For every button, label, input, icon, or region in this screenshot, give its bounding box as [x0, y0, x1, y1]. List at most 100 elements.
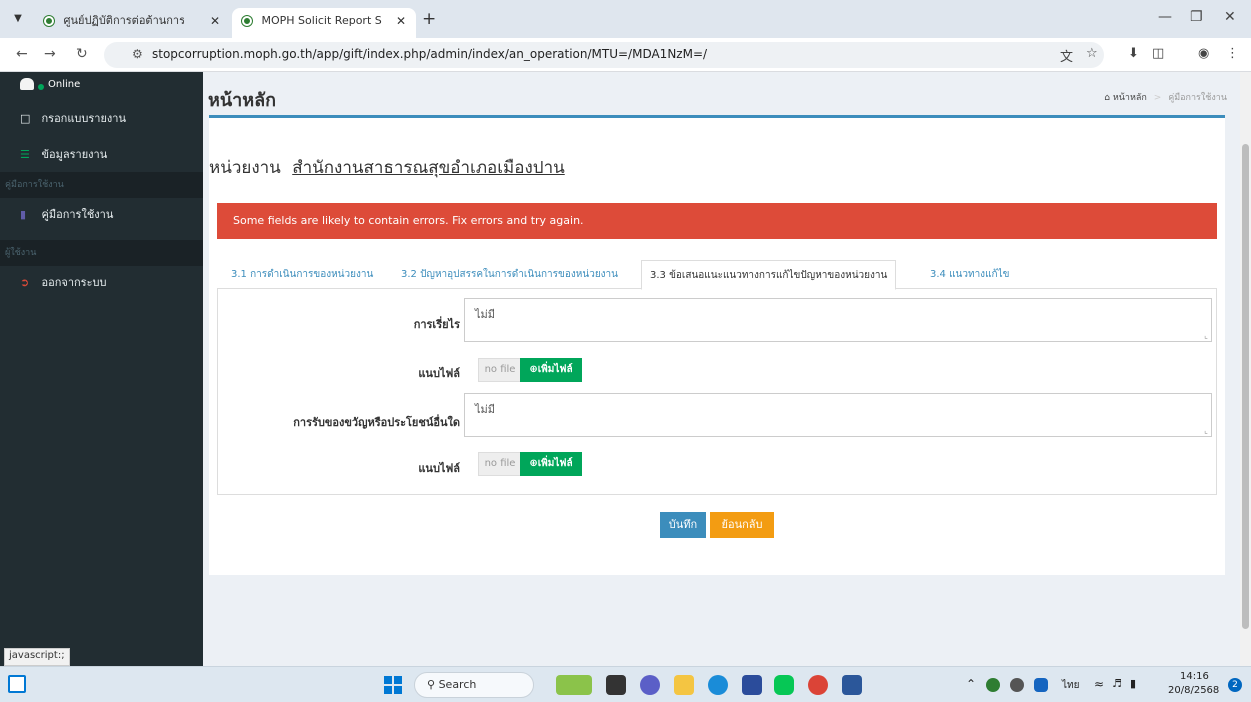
- forward-arrow-icon[interactable]: →: [44, 46, 56, 62]
- gifts-textarea[interactable]: ไม่มี ⌞: [464, 393, 1212, 437]
- teams-chat-icon[interactable]: [640, 675, 660, 695]
- sidebar: Online □ กรอกแบบรายงาน ☰ ข้อมูลรายงาน คู…: [0, 72, 203, 666]
- extensions-icon[interactable]: ◫: [1152, 46, 1164, 61]
- tab-pane-3-3: การเรี่ยไร ไม่มี ⌞ แนบไฟล์ no file ⊕เพิ่…: [217, 289, 1217, 495]
- section-tabs: 3.1 การดำเนินการของหน่วยงาน 3.2 ปัญหาอุป…: [217, 260, 1217, 290]
- tab-3-3[interactable]: 3.3 ข้อเสนอแนะแนวทางการแก้ไขปัญหาของหน่ว…: [641, 260, 897, 290]
- page-scrollbar[interactable]: [1240, 72, 1251, 666]
- resize-grip-icon[interactable]: ⌞: [1204, 426, 1208, 435]
- site-favicon-icon: [44, 16, 54, 26]
- online-status-label: Online: [48, 79, 81, 90]
- logout-icon: ➲: [20, 276, 30, 289]
- list-icon: ☰: [20, 148, 30, 161]
- close-icon[interactable]: ✕: [396, 8, 406, 34]
- sidebar-item-report-form[interactable]: □ กรอกแบบรายงาน: [0, 104, 203, 134]
- attach-label: แนบไฟล์: [418, 367, 460, 380]
- windows-taskbar: ⚲ Search ⌃ ไทย ≈ ♬ ▮ 14:16 20/8/2568 2: [0, 666, 1251, 702]
- resize-grip-icon[interactable]: ⌞: [1204, 331, 1208, 340]
- battery-icon[interactable]: ▮: [1130, 677, 1136, 690]
- close-window-icon[interactable]: ✕: [1224, 9, 1236, 25]
- reload-icon[interactable]: ↻: [76, 46, 88, 62]
- widgets-icon[interactable]: [556, 675, 592, 695]
- report-box: หน่วยงาน สำนักงานสาธารณสุขอำเภอเมืองปาน …: [209, 115, 1225, 575]
- attach-label: แนบไฟล์: [418, 462, 460, 475]
- clock-date[interactable]: 20/8/2568: [1168, 685, 1219, 696]
- fundraising-textarea[interactable]: ไม่มี ⌞: [464, 298, 1212, 342]
- sidebar-item-label: ข้อมูลรายงาน: [41, 148, 108, 161]
- tab-title: ศูนย์ปฏิบัติการต่อต้านการทุจริต กระ: [63, 14, 184, 27]
- status-bar-url: javascript:;: [4, 648, 70, 666]
- tray-sync-icon[interactable]: [1010, 678, 1024, 692]
- textarea-value: ไม่มี: [475, 308, 496, 321]
- sidebar-item-label: คู่มือการใช้งาน: [41, 208, 114, 221]
- taskbar-search[interactable]: ⚲ Search: [414, 672, 534, 698]
- tray-security-icon[interactable]: [1034, 678, 1048, 692]
- home-icon: ⌂: [1104, 93, 1110, 103]
- tab-search-icon[interactable]: ▼: [8, 9, 28, 29]
- tab-3-1[interactable]: 3.1 การดำเนินการของหน่วยงาน: [223, 260, 381, 289]
- profile-icon[interactable]: ◉: [1198, 46, 1209, 61]
- sidebar-item-label: ออกจากระบบ: [41, 276, 107, 289]
- address-bar[interactable]: ⚙ stopcorruption.moph.go.th/app/gift/ind…: [104, 42, 1104, 68]
- download-icon[interactable]: ⬇: [1128, 46, 1139, 61]
- back-arrow-icon[interactable]: ←: [16, 46, 28, 62]
- sidebar-header-user: ผู้ใช้งาน: [0, 240, 203, 266]
- minimize-icon[interactable]: —: [1158, 9, 1172, 25]
- edge-icon[interactable]: [708, 675, 728, 695]
- breadcrumb-home[interactable]: หน้าหลัก: [1113, 93, 1147, 103]
- unit-heading: หน่วยงาน สำนักงานสาธารณสุขอำเภอเมืองปาน: [209, 154, 565, 181]
- tab-3-4[interactable]: 3.4 แนวทางแก้ไข: [922, 260, 1017, 289]
- file-explorer-icon[interactable]: [674, 675, 694, 695]
- close-icon[interactable]: ✕: [210, 8, 220, 34]
- back-button[interactable]: ย้อนกลับ: [710, 512, 774, 538]
- field-label-fundraising: การเรี่ยไร: [413, 318, 460, 331]
- file-icon: □: [20, 112, 31, 125]
- bookmark-star-icon[interactable]: ☆: [1086, 46, 1098, 61]
- menu-kebab-icon[interactable]: ⋮: [1226, 46, 1239, 61]
- taskbar-search-label: Search: [438, 678, 477, 691]
- tab-title: MOPH Solicit Report System : M: [261, 14, 382, 27]
- file-explorer-dark-icon[interactable]: [606, 675, 626, 695]
- book-icon: ▮: [20, 208, 27, 221]
- scrollbar-thumb[interactable]: [1242, 144, 1249, 629]
- word-icon[interactable]: [842, 675, 862, 695]
- show-hidden-icons-chevron-icon[interactable]: ⌃: [966, 677, 976, 691]
- task-view-icon[interactable]: [8, 675, 26, 693]
- site-info-icon[interactable]: ⚙: [132, 47, 143, 61]
- browser-tab-moph[interactable]: MOPH Solicit Report System : M ✕: [232, 8, 416, 38]
- sidebar-header-manual: คู่มือการใช้งาน: [0, 172, 203, 198]
- new-tab-button[interactable]: +: [422, 9, 436, 29]
- unit-name: สำนักงานสาธารณสุขอำเภอเมืองปาน: [292, 158, 565, 178]
- add-file-button[interactable]: ⊕เพิ่มไฟล์: [520, 358, 582, 382]
- sidebar-item-report-data[interactable]: ☰ ข้อมูลรายงาน: [0, 140, 203, 170]
- clock-time[interactable]: 14:16: [1180, 671, 1209, 682]
- plus-circle-icon: ⊕: [529, 364, 538, 375]
- page-title: หน้าหลัก: [208, 90, 277, 111]
- sidebar-item-manual[interactable]: ▮ คู่มือการใช้งาน: [0, 200, 203, 230]
- windows-start-icon[interactable]: [384, 676, 402, 694]
- sidebar-item-logout[interactable]: ➲ ออกจากระบบ: [0, 268, 203, 298]
- breadcrumb: ⌂ หน้าหลัก > คู่มือการใช้งาน: [1104, 90, 1227, 104]
- notification-badge[interactable]: 2: [1228, 678, 1242, 692]
- browser-tab-strip: ▼ ศูนย์ปฏิบัติการต่อต้านการทุจริต กระ ✕ …: [0, 0, 1251, 38]
- add-file-button[interactable]: ⊕เพิ่มไฟล์: [520, 452, 582, 476]
- wifi-icon[interactable]: ≈: [1094, 677, 1104, 691]
- breadcrumb-separator: >: [1153, 93, 1162, 103]
- translate-icon[interactable]: 文: [1060, 46, 1073, 65]
- tray-app-icon[interactable]: [986, 678, 1000, 692]
- save-button[interactable]: บันทึก: [660, 512, 706, 538]
- line-app-icon[interactable]: [774, 675, 794, 695]
- url-text[interactable]: stopcorruption.moph.go.th/app/gift/index…: [152, 47, 707, 61]
- browser-toolbar: ← → ↻ ⚙ stopcorruption.moph.go.th/app/gi…: [0, 38, 1251, 72]
- sidebar-item-label: กรอกแบบรายงาน: [41, 112, 127, 125]
- tab-3-2[interactable]: 3.2 ปัญหาอุปสรรคในการดำเนินการของหน่วยงา…: [393, 260, 626, 289]
- add-file-label: เพิ่มไฟล์: [537, 458, 573, 469]
- chrome-icon[interactable]: [808, 675, 828, 695]
- online-status-dot-icon: [38, 84, 44, 90]
- browser-tab-anticorruption[interactable]: ศูนย์ปฏิบัติการต่อต้านการทุจริต กระ ✕: [34, 8, 230, 38]
- textarea-value: ไม่มี: [475, 403, 496, 416]
- volume-icon[interactable]: ♬: [1112, 677, 1122, 690]
- restore-icon[interactable]: ❐: [1190, 9, 1203, 25]
- input-language[interactable]: ไทย: [1062, 678, 1079, 693]
- store-icon[interactable]: [742, 675, 762, 695]
